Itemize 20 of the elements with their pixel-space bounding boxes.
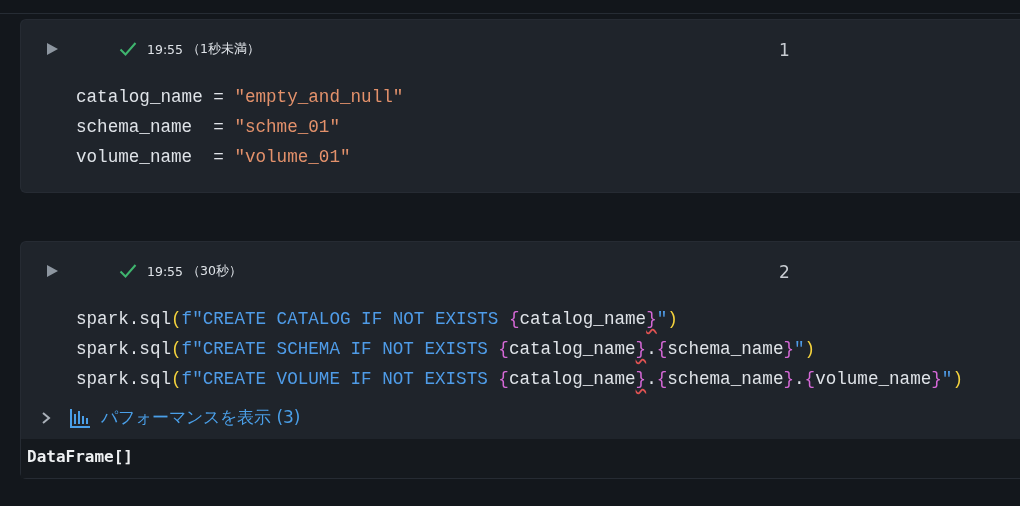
code-line: catalog_name = "empty_and_null" <box>76 86 404 109</box>
code-line: spark.sql(f"CREATE CATALOG IF NOT EXISTS {catalog_name}") <box>76 308 678 331</box>
code-line: volume_name = "volume_01" <box>76 146 351 169</box>
bar-chart-icon <box>69 407 91 428</box>
run-duration: （1秒未満） <box>187 40 260 58</box>
code-line: schema_name = "schme_01" <box>76 116 340 139</box>
check-icon <box>119 41 137 57</box>
play-icon[interactable] <box>45 264 59 278</box>
run-time: 19:55 <box>147 41 184 57</box>
check-icon <box>119 263 137 279</box>
cell-output: DataFrame[] <box>21 439 1020 478</box>
cell-number: 1 <box>779 40 790 60</box>
run-duration: （30秒） <box>187 262 242 280</box>
chevron-icon[interactable] <box>41 411 51 424</box>
cell-number: 2 <box>779 262 790 282</box>
show-performance-link[interactable]: パフォーマンスを表示 (3) <box>101 406 301 429</box>
code-line: spark.sql(f"CREATE SCHEMA IF NOT EXISTS {catalog_name}.{schema_name}") <box>76 338 816 361</box>
code-line: spark.sql(f"CREATE VOLUME IF NOT EXISTS {catalog_name}.{schema_name}.{volume_name}") <box>76 368 963 391</box>
play-icon[interactable] <box>45 42 59 56</box>
run-time: 19:55 <box>147 263 184 279</box>
